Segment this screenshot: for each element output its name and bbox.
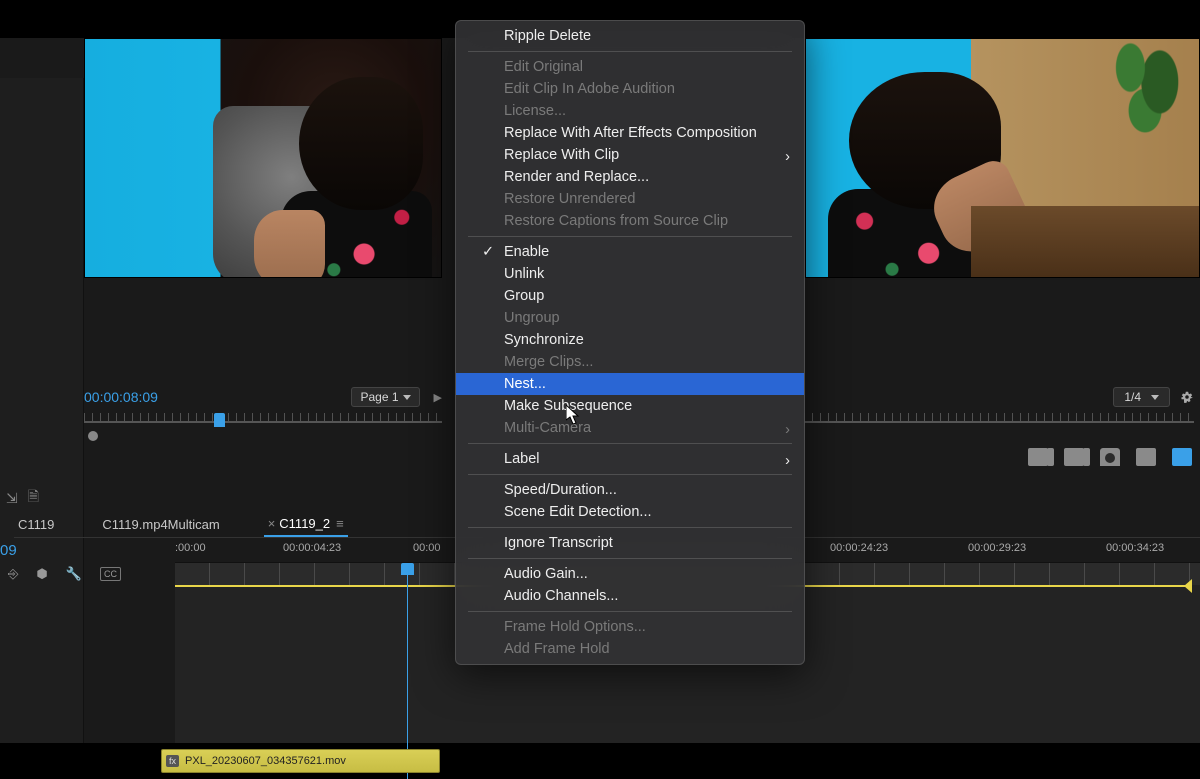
new-item-icon[interactable]: 🗎 [28,486,39,510]
resolution-label: 1/4 [1124,390,1141,404]
submenu-chevron-icon: › [785,149,790,165]
menu-item-edit-clip-in-adobe-audition: Edit Clip In Adobe Audition [456,78,804,100]
menu-item-multi-camera: Multi-Camera› [456,417,804,439]
sequence-tab-2-label: C1119_2 [279,516,330,531]
timeline-playhead[interactable] [407,563,408,779]
menu-item-ignore-transcript[interactable]: Ignore Transcript [456,532,804,554]
export-frame-icon[interactable] [1100,448,1120,466]
menu-item-edit-original: Edit Original [456,56,804,78]
ruler-label: 00:00:34:23 [1106,542,1164,554]
timeline-timecode[interactable]: 09 [0,542,14,559]
clip-context-menu[interactable]: Ripple Delete Edit OriginalEdit Clip In A… [455,20,805,665]
menu-item-replace-with-after-effects-composition[interactable]: Replace With After Effects Composition [456,122,804,144]
sequence-tab-1[interactable]: C1119.mp4Multicam [98,513,223,536]
marker-icon[interactable]: ⬢ [36,566,47,582]
menu-separator [468,527,792,528]
source-ruler[interactable] [84,413,442,443]
export-icon[interactable]: ⇲ [6,490,18,507]
source-monitor [84,38,442,278]
play-forward-icon[interactable]: ▶ [434,391,442,404]
menu-item-restore-captions-from-source-clip: Restore Captions from Source Clip [456,210,804,232]
resolution-dropdown[interactable]: 1/4 [1113,387,1170,407]
chevron-down-icon [403,395,411,400]
menu-item-label[interactable]: Label› [456,448,804,470]
program-ruler[interactable] [804,413,1194,443]
menu-item-replace-with-clip[interactable]: Replace With Clip› [456,144,804,166]
menu-item-ungroup: Ungroup [456,307,804,329]
menu-separator [468,443,792,444]
menu-separator [468,558,792,559]
cc-icon[interactable]: CC [100,567,121,581]
menu-item-speed-duration[interactable]: Speed/Duration... [456,479,804,501]
ruler-label: 00:00:04:23 [283,542,341,554]
close-tab-icon[interactable]: × [268,516,276,531]
chevron-down-icon [1151,395,1159,400]
menu-item-frame-hold-options: Frame Hold Options... [456,616,804,638]
overwrite-icon[interactable] [1064,448,1084,466]
ruler-start-marker[interactable] [88,431,98,441]
menu-item-unlink[interactable]: Unlink [456,263,804,285]
sequence-menu-icon[interactable]: ≡ [336,516,344,531]
timeline-clip[interactable]: fx PXL_20230607_034357621.mov [161,749,440,773]
menu-item-restore-unrendered: Restore Unrendered [456,188,804,210]
wrench-icon[interactable]: 🔧 [66,566,82,582]
menu-item-audio-channels[interactable]: Audio Channels... [456,585,804,607]
proxy-toggle-icon[interactable] [1172,448,1192,466]
menu-item-make-subsequence[interactable]: Make Subsequence [456,395,804,417]
menu-item-render-and-replace[interactable]: Render and Replace... [456,166,804,188]
menu-item-merge-clips: Merge Clips... [456,351,804,373]
ruler-playhead[interactable] [214,413,225,427]
page-dropdown[interactable]: Page 1 [351,387,419,407]
menu-separator [468,51,792,52]
menu-item-group[interactable]: Group [456,285,804,307]
submenu-chevron-icon: › [785,453,790,469]
ruler-label: :00:00 [175,542,206,554]
program-monitor [805,38,1200,278]
menu-item-add-frame-hold: Add Frame Hold [456,638,804,660]
left-sidebar [0,78,84,743]
fx-badge: fx [166,755,179,767]
menu-item-audio-gain[interactable]: Audio Gain... [456,563,804,585]
menu-separator [468,611,792,612]
menu-item-ripple-delete[interactable]: Ripple Delete [456,25,804,47]
mouse-cursor [566,405,580,425]
clip-name: PXL_20230607_034357621.mov [185,755,346,767]
ruler-label: 00:00:29:23 [968,542,1026,554]
menu-item-license: License... [456,100,804,122]
menu-item-enable[interactable]: Enable✓ [456,241,804,263]
sequence-tab-2[interactable]: ×C1119_2 ≡ [264,512,348,537]
menu-item-nest[interactable]: Nest... [456,373,804,395]
ruler-label: 00:00 [413,542,441,554]
page-dropdown-label: Page 1 [360,390,398,404]
insert-icon[interactable] [1028,448,1048,466]
ruler-label: 00:00:24:23 [830,542,888,554]
menu-separator [468,236,792,237]
sequence-tab-0[interactable]: C1119 [14,513,58,536]
menu-separator [468,474,792,475]
menu-item-scene-edit-detection[interactable]: Scene Edit Detection... [456,501,804,523]
source-timecode[interactable]: 00:00:08:09 [84,389,158,405]
snap-icon[interactable]: ⎆ [8,566,18,582]
comparison-view-icon[interactable] [1136,448,1156,466]
menu-item-synchronize[interactable]: Synchronize [456,329,804,351]
check-icon: ✓ [482,244,494,260]
submenu-chevron-icon: › [785,422,790,438]
settings-wrench-icon[interactable] [1180,390,1194,404]
